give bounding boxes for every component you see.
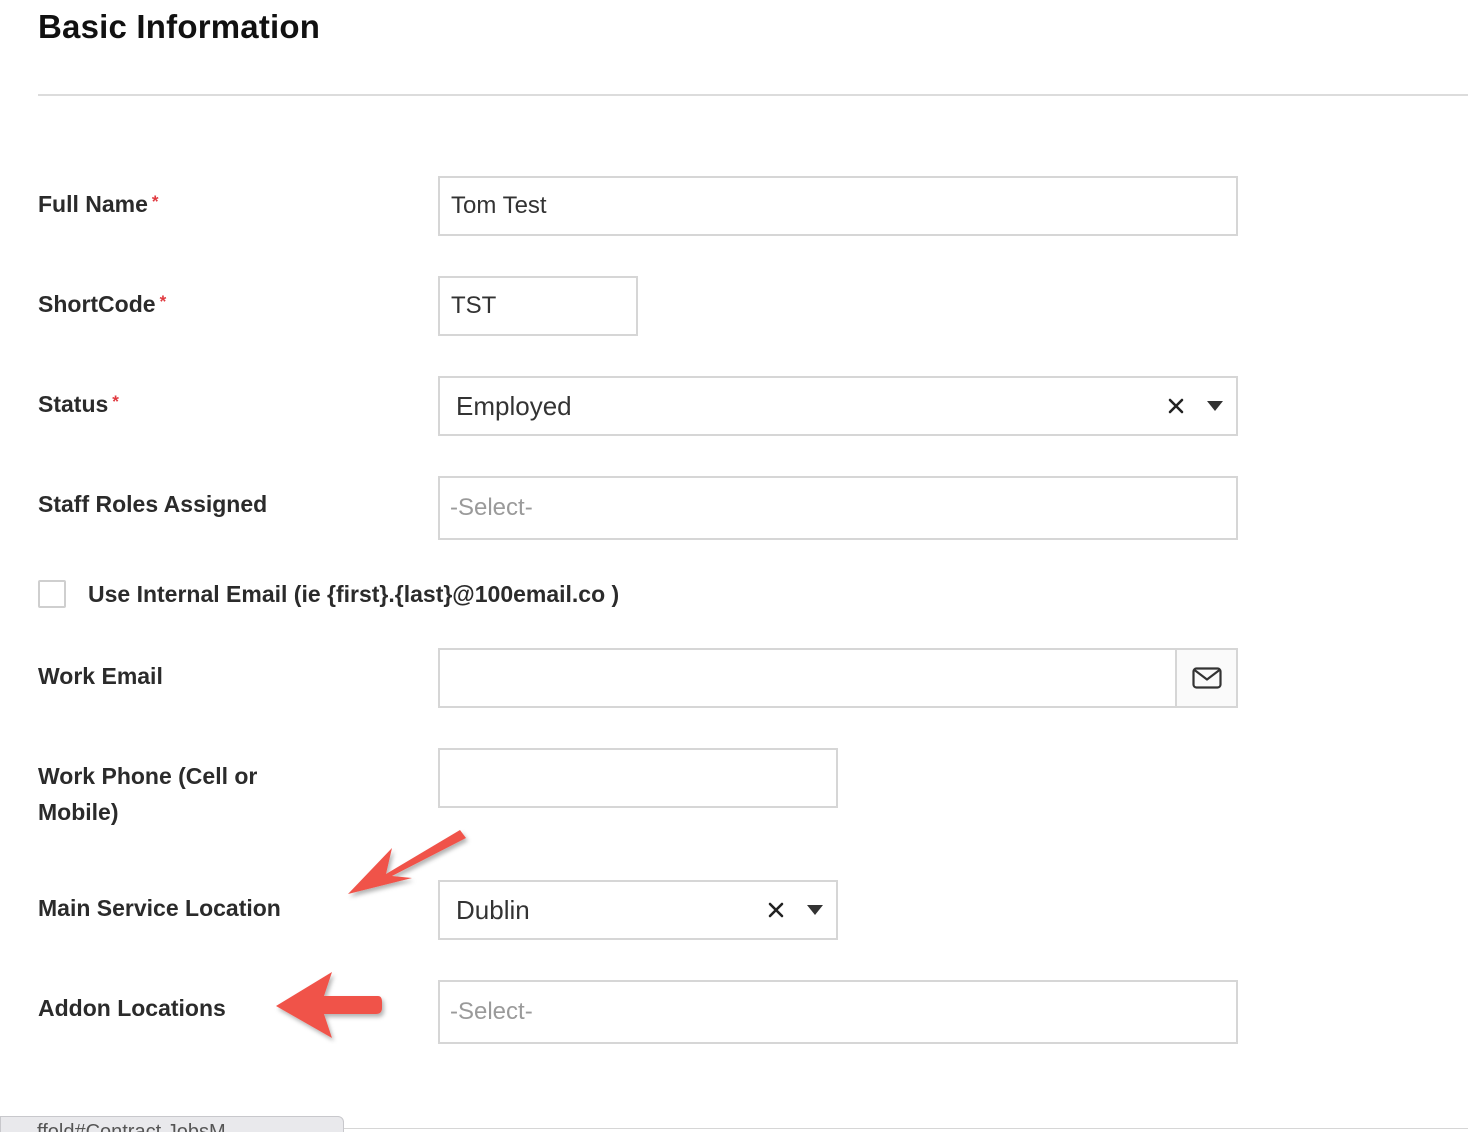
main-location-select-controls <box>758 882 836 938</box>
work-phone-input[interactable] <box>438 748 838 808</box>
internal-email-checkbox[interactable] <box>38 580 66 608</box>
required-marker: * <box>159 292 167 311</box>
status-selected-value: Employed <box>456 390 572 421</box>
status-select[interactable]: Employed <box>438 376 1238 436</box>
staff-roles-label: Staff Roles Assigned <box>38 491 268 517</box>
main-location-label: Main Service Location <box>38 895 281 921</box>
addon-locations-placeholder: -Select- <box>450 998 533 1025</box>
addon-locations-select[interactable]: -Select- <box>438 980 1238 1044</box>
work-email-label: Work Email <box>38 663 163 689</box>
work-phone-label-line1: Work Phone (Cell or <box>38 763 258 789</box>
main-location-select[interactable]: Dublin <box>438 880 838 940</box>
status-bar-url: ffold#Contract.JobsM <box>0 1116 344 1132</box>
shortcode-value: TST <box>451 292 497 319</box>
shortcode-input[interactable]: TST <box>438 276 638 336</box>
status-chevron-down-icon[interactable] <box>1194 401 1236 411</box>
required-marker: * <box>151 192 159 211</box>
internal-email-label[interactable]: Use Internal Email (ie {first}.{last}@10… <box>88 576 619 612</box>
envelope-icon[interactable] <box>1175 650 1236 706</box>
annotation-arrow-main-location <box>348 830 466 894</box>
full-name-value: Tom Test <box>451 192 547 219</box>
work-phone-label: Work Phone (Cell or Mobile) <box>38 758 257 830</box>
basic-information-form: Basic Information Full Name * Tom Test Sh… <box>0 0 1468 1132</box>
status-select-controls <box>1158 378 1236 434</box>
staff-roles-select[interactable]: -Select- <box>438 476 1238 540</box>
bottom-divider <box>344 1128 1468 1129</box>
full-name-label-text: Full Name <box>38 191 148 217</box>
work-email-input[interactable] <box>438 648 1238 708</box>
required-marker: * <box>112 392 119 411</box>
section-title: Basic Information <box>38 8 321 45</box>
main-location-clear-icon[interactable] <box>758 902 794 918</box>
staff-roles-placeholder: -Select- <box>450 494 533 521</box>
shortcode-label: ShortCode * <box>38 286 166 322</box>
status-label-text: Status <box>38 391 109 417</box>
status-label: Status * <box>38 386 119 422</box>
addon-locations-label: Addon Locations <box>38 995 226 1021</box>
full-name-input[interactable]: Tom Test <box>438 176 1238 236</box>
annotation-arrow-addon-locations <box>276 972 382 1038</box>
work-phone-label-line2: Mobile) <box>38 799 119 825</box>
full-name-label: Full Name * <box>38 186 159 222</box>
main-location-chevron-down-icon[interactable] <box>794 905 836 915</box>
shortcode-label-text: ShortCode <box>38 291 156 317</box>
section-divider <box>38 94 1468 96</box>
status-clear-icon[interactable] <box>1158 398 1194 414</box>
